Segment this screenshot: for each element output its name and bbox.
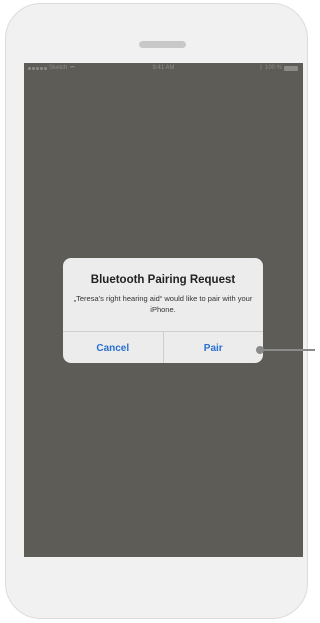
pair-button[interactable]: Pair: [162, 332, 264, 363]
dialog-title: Bluetooth Pairing Request: [90, 274, 236, 286]
dialog-actions: Cancel Pair: [63, 331, 263, 363]
app-screenshot: Sketch 9:41 AM ᛒ 100 % Bluetooth Pairing…: [0, 0, 315, 623]
bluetooth-pairing-dialog: Bluetooth Pairing Request „Teresa’s righ…: [63, 258, 263, 363]
bluetooth-icon: ᛒ: [259, 65, 263, 71]
phone-speaker: [139, 41, 186, 48]
status-bar: Sketch 9:41 AM ᛒ 100 %: [24, 63, 303, 75]
status-right: ᛒ 100 %: [259, 65, 298, 71]
battery-percent: 100 %: [264, 65, 282, 71]
cancel-button[interactable]: Cancel: [63, 332, 163, 363]
battery-icon: [284, 65, 298, 71]
callout-line: [262, 349, 315, 351]
dialog-message: „Teresa’s right hearing aid“ would like …: [73, 294, 253, 314]
